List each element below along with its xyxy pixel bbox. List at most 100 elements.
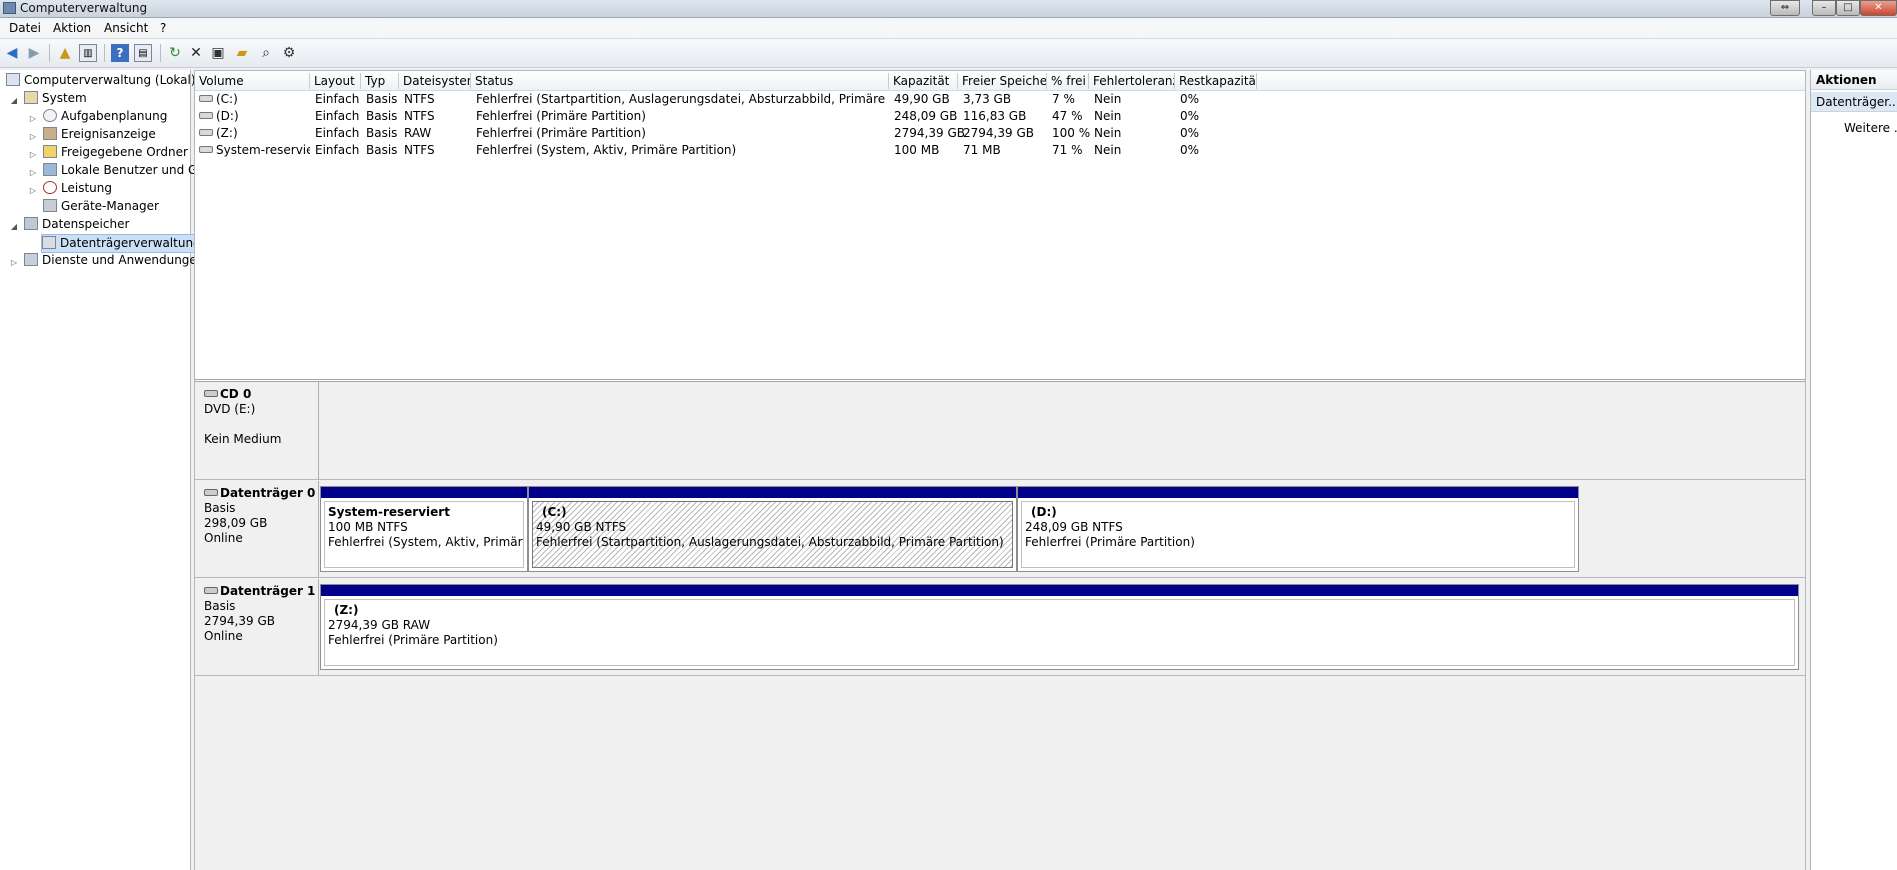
tree-item-leistung[interactable]: Leistung bbox=[43, 180, 112, 197]
toolbar: ◀ ▶ ▲ ▥ ? ▤ ↻ ✕ ▣ ▰ ⌕ ⚙ bbox=[0, 39, 1897, 68]
delete-icon[interactable]: ✕ bbox=[187, 44, 205, 62]
collapse-arrow-icon[interactable]: ◢ bbox=[9, 222, 19, 231]
window-title: Computerverwaltung bbox=[20, 1, 148, 15]
storage-icon bbox=[24, 217, 38, 230]
menu-ansicht[interactable]: Ansicht bbox=[104, 21, 148, 35]
tree-item-geraete-manager[interactable]: Geräte-Manager bbox=[43, 198, 159, 215]
disk-label-disk0[interactable]: Datenträger 0 Basis 298,09 GB Online bbox=[195, 481, 319, 577]
tree-item-lokale-benutzer[interactable]: Lokale Benutzer und Gr bbox=[43, 162, 202, 179]
expand-arrow-icon[interactable]: ▷ bbox=[28, 150, 38, 159]
expand-arrow-icon[interactable]: ▷ bbox=[28, 186, 38, 195]
col-fehlertoleranz[interactable]: Fehlertoleranz bbox=[1089, 73, 1175, 89]
table-cell: NTFS bbox=[404, 92, 435, 106]
system-tools-icon bbox=[24, 91, 38, 104]
tree-item-system[interactable]: System bbox=[24, 90, 87, 107]
table-cell: Fehlerfrei (Primäre Partition) bbox=[476, 109, 646, 123]
volume-icon bbox=[199, 112, 213, 119]
tree-item-datenspeicher[interactable]: Datenspeicher bbox=[24, 216, 129, 233]
disk-row-disk0: Datenträger 0 Basis 298,09 GB Online Sys… bbox=[195, 481, 1805, 578]
collapse-arrow-icon[interactable]: ◢ bbox=[9, 96, 19, 105]
table-cell: NTFS bbox=[404, 109, 435, 123]
table-cell: Basis bbox=[366, 143, 398, 157]
actions-header: Aktionen bbox=[1811, 70, 1897, 90]
center-pane: Volume Layout Typ Dateisystem Status Kap… bbox=[194, 70, 1806, 870]
volume-icon bbox=[199, 146, 213, 153]
tree-root[interactable]: Computerverwaltung (Lokal) bbox=[6, 72, 196, 89]
expand-arrow-icon[interactable]: ▷ bbox=[28, 168, 38, 177]
cd-drive-icon bbox=[204, 390, 218, 397]
tree-item-freigegebene-ordner[interactable]: Freigegebene Ordner bbox=[43, 144, 188, 161]
tree-item-ereignisanzeige[interactable]: Ereignisanzeige bbox=[43, 126, 156, 143]
help-icon[interactable]: ? bbox=[111, 44, 129, 62]
table-cell: 3,73 GB bbox=[963, 92, 1012, 106]
volume-list: Volume Layout Typ Dateisystem Status Kap… bbox=[195, 71, 1805, 382]
col-freier-speicher[interactable]: Freier Speicher bbox=[958, 73, 1047, 89]
table-cell: Fehlerfrei (Primäre Partition) bbox=[476, 126, 646, 140]
expand-arrow-icon[interactable]: ▷ bbox=[28, 114, 38, 123]
col-typ[interactable]: Typ bbox=[361, 73, 399, 89]
volume-table-header: Volume Layout Typ Dateisystem Status Kap… bbox=[195, 71, 1805, 91]
col-volume[interactable]: Volume bbox=[195, 73, 310, 89]
tree-item-aufgabenplanung[interactable]: Aufgabenplanung bbox=[43, 108, 167, 125]
table-row-volume[interactable]: (D:) bbox=[199, 108, 310, 125]
col-prozent-frei[interactable]: % frei bbox=[1047, 73, 1089, 89]
hard-disk-icon bbox=[204, 587, 218, 594]
disk-info: 2794,39 GB bbox=[204, 614, 275, 628]
open-icon[interactable]: ▰ bbox=[233, 44, 251, 62]
disk-row-cd0: CD 0 DVD (E:) Kein Medium bbox=[195, 382, 1805, 480]
resize-arrows-icon[interactable]: ⇔ bbox=[1770, 0, 1800, 16]
expand-arrow-icon[interactable]: ▷ bbox=[9, 258, 19, 267]
show-hide-actions-icon[interactable]: ▤ bbox=[134, 44, 152, 62]
settings-icon[interactable]: ⚙ bbox=[280, 44, 298, 62]
menu-bar: Datei Aktion Ansicht ? bbox=[0, 18, 1897, 39]
disk-label-cd0[interactable]: CD 0 DVD (E:) Kein Medium bbox=[195, 382, 319, 479]
tree-item-datentraegerverwaltung[interactable]: Datenträgerverwaltung bbox=[41, 234, 204, 253]
close-button[interactable]: ✕ bbox=[1860, 0, 1897, 16]
col-restkapazitaet[interactable]: Restkapazität bbox=[1175, 73, 1257, 89]
tree-item-dienste[interactable]: Dienste und Anwendungen bbox=[24, 252, 204, 269]
col-status[interactable]: Status bbox=[471, 73, 889, 89]
expand-arrow-icon[interactable]: ▷ bbox=[28, 132, 38, 141]
search-icon[interactable]: ⌕ bbox=[257, 44, 275, 62]
partition-c[interactable]: (C:) 49,90 GB NTFS Fehlerfrei (Startpart… bbox=[528, 486, 1017, 572]
performance-icon bbox=[43, 181, 57, 194]
col-dateisystem[interactable]: Dateisystem bbox=[399, 73, 471, 89]
table-row-volume[interactable]: System-reserviert bbox=[199, 142, 310, 159]
up-folder-icon[interactable]: ▲ bbox=[56, 44, 74, 62]
table-cell: 71 MB bbox=[963, 143, 1001, 157]
col-kapazitaet[interactable]: Kapazität bbox=[889, 73, 958, 89]
partition-z[interactable]: (Z:) 2794,39 GB RAW Fehlerfrei (Primäre … bbox=[320, 584, 1799, 670]
maximize-button[interactable]: □ bbox=[1836, 0, 1860, 16]
properties-icon[interactable]: ▣ bbox=[209, 44, 227, 62]
back-arrow-icon[interactable]: ◀ bbox=[3, 44, 21, 62]
table-cell: Einfach bbox=[315, 109, 360, 123]
disk-label-disk1[interactable]: Datenträger 1 Basis 2794,39 GB Online bbox=[195, 579, 319, 675]
table-cell: 7 % bbox=[1052, 92, 1075, 106]
device-manager-icon bbox=[43, 199, 57, 212]
table-cell: Nein bbox=[1094, 143, 1122, 157]
shared-folder-icon bbox=[43, 145, 57, 158]
table-row-volume[interactable]: (C:) bbox=[199, 91, 310, 108]
minimize-button[interactable]: – bbox=[1812, 0, 1836, 16]
forward-arrow-icon[interactable]: ▶ bbox=[25, 44, 43, 62]
partition-d[interactable]: (D:) 248,09 GB NTFS Fehlerfrei (Primäre … bbox=[1017, 486, 1579, 572]
users-icon bbox=[43, 163, 57, 176]
partition-system-reserviert[interactable]: System-reserviert 100 MB NTFS Fehlerfrei… bbox=[320, 486, 528, 572]
table-cell: Nein bbox=[1094, 126, 1122, 140]
disk-info: Basis bbox=[204, 501, 236, 515]
actions-datentraeger[interactable]: Datenträger... bbox=[1811, 92, 1897, 112]
actions-weitere[interactable]: Weitere ... bbox=[1844, 121, 1897, 135]
disk-info: Basis bbox=[204, 599, 236, 613]
title-bar[interactable]: Computerverwaltung ⇔ – □ ✕ bbox=[0, 0, 1897, 18]
disk-info: 298,09 GB bbox=[204, 516, 268, 530]
menu-datei[interactable]: Datei bbox=[9, 21, 41, 35]
show-hide-tree-icon[interactable]: ▥ bbox=[79, 44, 97, 62]
menu-help[interactable]: ? bbox=[160, 21, 166, 35]
table-cell: Basis bbox=[366, 126, 398, 140]
col-layout[interactable]: Layout bbox=[310, 73, 361, 89]
menu-aktion[interactable]: Aktion bbox=[53, 21, 91, 35]
hard-disk-icon bbox=[204, 489, 218, 496]
table-row-volume[interactable]: (Z:) bbox=[199, 125, 310, 142]
refresh-icon[interactable]: ↻ bbox=[166, 44, 184, 62]
table-cell: 2794,39 GB bbox=[894, 126, 965, 140]
